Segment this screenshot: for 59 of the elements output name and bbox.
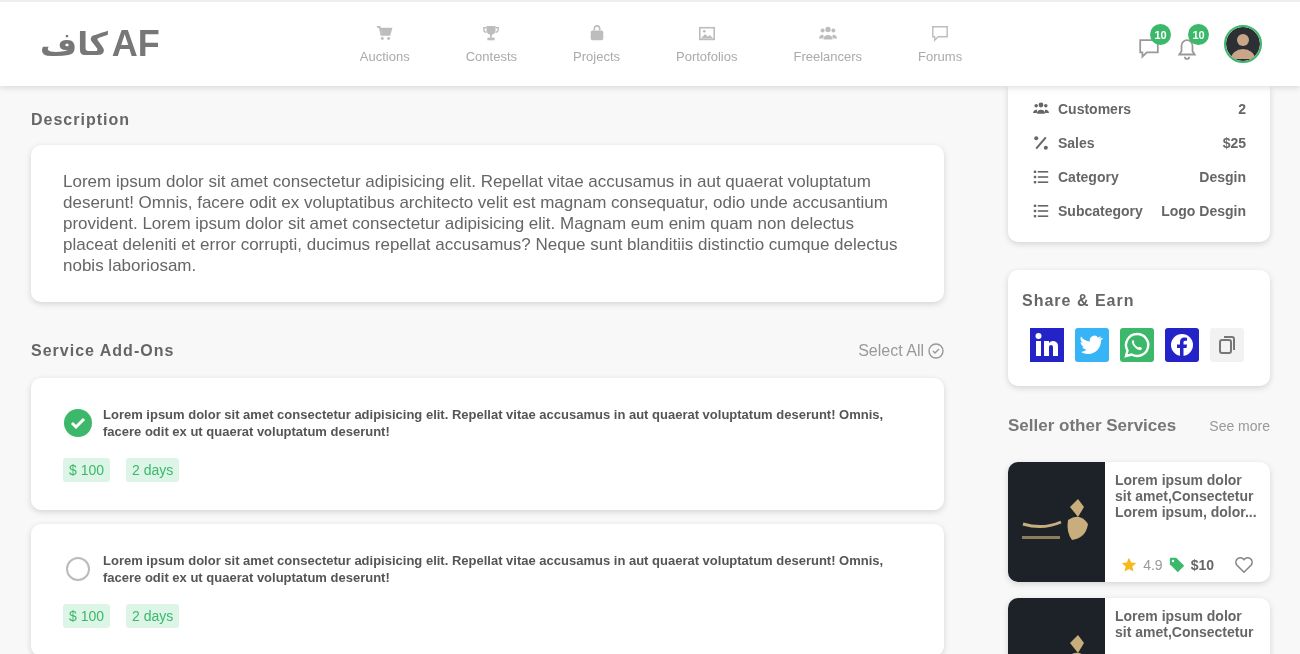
section-title: Seller other Services: [1008, 416, 1177, 436]
tag-icon: [1168, 557, 1185, 573]
addon-checkbox[interactable]: [63, 554, 93, 584]
select-all-button[interactable]: Select All: [858, 342, 944, 360]
section-title: Description: [31, 111, 131, 129]
list-icon: [1032, 169, 1050, 185]
price-text: $10: [1190, 557, 1214, 573]
twitter-bird-icon[interactable]: [1075, 328, 1109, 362]
nav-link[interactable]: Contests: [437, 24, 546, 64]
stat-value: 2: [1238, 101, 1246, 117]
see-more-link[interactable]: See more: [1209, 418, 1270, 434]
addon-text: Lorem ipsum dolor sit amet consectetur adipisicing elit. Repellat vitae accusamus in aut quaerat voluptatum deserunt! Omnis, facere odit ex ut quaerat voluptatum deserunt!: [103, 406, 885, 440]
stat-label: Subcategory: [1058, 203, 1143, 219]
bell-icon[interactable]: [1176, 38, 1198, 60]
cart-icon: [375, 24, 394, 43]
avatar[interactable]: [1224, 25, 1262, 63]
description-text: Lorem ipsum dolor sit amet consectetur adipisicing elit. Repellat vitae accusamus in aut quaerat voluptatum deserunt! Omnis, facere odit ex voluptatibus architecto velit est magnam consequatur, odio unde accusantium provident. Lorem ipsum dolor sit amet consectetur adipisicing elit. Magnam eum enim quam non delectus placeat deleniti et error corrupti, ducimus repellat accusamus? Neque sunt blanditiis distinctio cumque delectus nobis laboriosam.: [31, 145, 944, 302]
nav-link[interactable]: Portofolios: [648, 24, 766, 64]
nav-link[interactable]: Projects: [545, 24, 648, 64]
service-card[interactable]: Lorem ipsum dolor sit amet,Consectetur Lorem ipsum, dolor... 4.9 $10: [1008, 462, 1270, 582]
stat-label: Sales: [1058, 135, 1095, 151]
addon-text: Lorem ipsum dolor sit amet consectetur adipisicing elit. Repellat vitae accusamus in aut quaerat voluptatum deserunt! Omnis, facere odit ex ut quaerat voluptatum deserunt!: [103, 552, 885, 586]
stat-value: Logo Desgin: [1161, 203, 1246, 219]
section-title: Share & Earn: [1022, 292, 1136, 310]
count-badge: 10: [1150, 24, 1171, 45]
heart-icon[interactable]: [1234, 556, 1254, 574]
trophy-icon: [482, 24, 501, 43]
chat-bubble-icon[interactable]: [1138, 38, 1160, 60]
whatsapp-icon[interactable]: [1120, 328, 1154, 362]
stat-label: Category: [1058, 169, 1119, 185]
count-badge: 10: [1188, 24, 1209, 45]
price-tag: $ 100: [63, 458, 111, 482]
users-icon: [1032, 101, 1050, 117]
rating-text: 4.9: [1143, 557, 1163, 573]
linkedin-icon[interactable]: [1030, 328, 1064, 362]
list-icon: [1032, 203, 1050, 219]
addon-checkbox[interactable]: [63, 408, 93, 438]
price-tag: $ 100: [63, 604, 111, 628]
duration-tag: 2 days: [126, 458, 180, 482]
facebook-icon[interactable]: [1165, 328, 1199, 362]
check-circle-icon: [928, 343, 944, 359]
stat-value: $25: [1222, 135, 1246, 151]
percent-icon: [1032, 135, 1050, 151]
image-icon: [697, 24, 716, 43]
nav-link[interactable]: Freelancers: [765, 24, 891, 64]
copy-icon[interactable]: [1210, 328, 1244, 362]
logo-text: AF: [111, 23, 160, 65]
service-card[interactable]: Lorem ipsum dolor sit amet,Consectetur: [1008, 598, 1270, 654]
service-title: Lorem ipsum dolor sit amet,Consectetur Lorem ipsum, dolor...: [1115, 472, 1258, 520]
chat-bubble-icon: [931, 24, 950, 43]
stat-value: Desgin: [1199, 169, 1246, 185]
nav-link[interactable]: Forums: [890, 24, 991, 64]
logo-arabic-text: كاف: [40, 25, 108, 63]
stat-label: Customers: [1058, 101, 1132, 117]
service-title: Lorem ipsum dolor sit amet,Consectetur: [1115, 608, 1255, 640]
duration-tag: 2 days: [126, 604, 180, 628]
section-title: Service Add-Ons: [31, 342, 175, 360]
nav-link[interactable]: Auctions: [331, 24, 438, 64]
star-icon: [1121, 557, 1138, 573]
